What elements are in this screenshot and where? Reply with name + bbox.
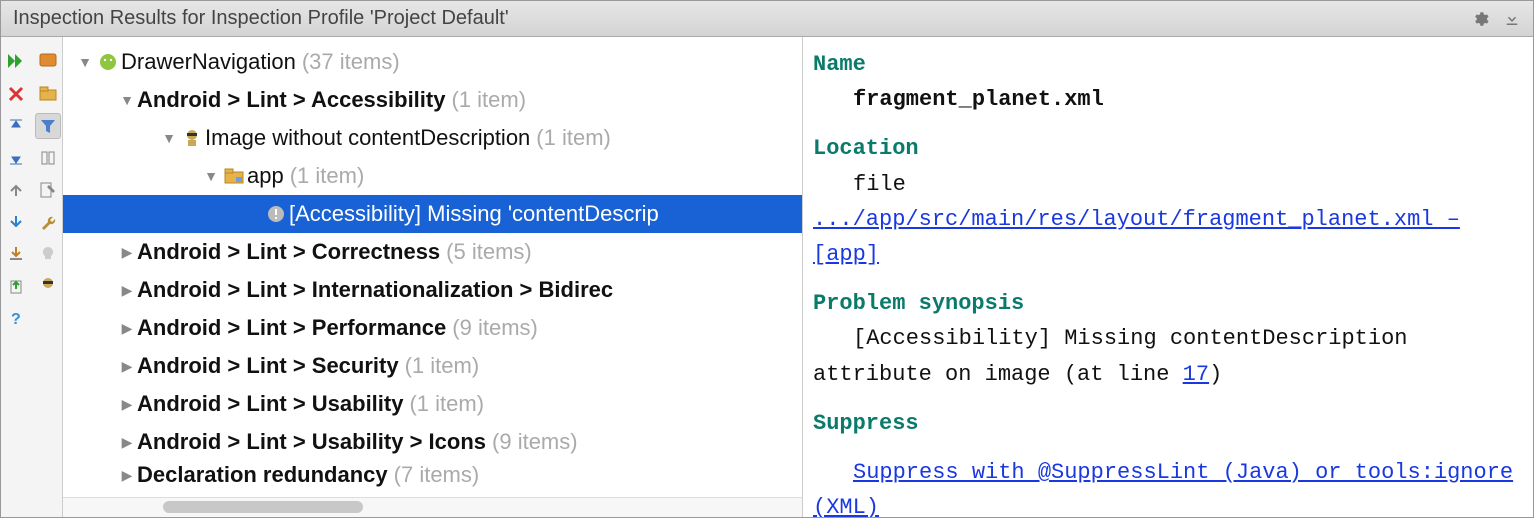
chevron-right-icon[interactable]: ▶ — [117, 244, 137, 261]
warning-icon — [263, 204, 289, 224]
tree-category[interactable]: ▶ Declaration redundancy (7 items) — [63, 461, 802, 489]
chevron-right-icon[interactable]: ▶ — [117, 396, 137, 413]
synopsis-line1: [Accessibility] Missing contentDescripti… — [853, 326, 1408, 351]
line-number-link[interactable]: 17 — [1183, 362, 1209, 387]
tree-count: (1 item) — [536, 125, 611, 151]
tree-count: (1 item) — [409, 391, 484, 417]
detail-name-heading: Name — [813, 47, 1529, 82]
chevron-right-icon[interactable]: ▶ — [117, 282, 137, 299]
help-icon[interactable]: ? — [3, 305, 29, 331]
synopsis-line2a: attribute on image (at line — [813, 362, 1183, 387]
panel-titlebar: Inspection Results for Inspection Profil… — [1, 1, 1533, 37]
collapse-icon[interactable] — [3, 113, 29, 139]
chevron-right-icon[interactable]: ▶ — [117, 320, 137, 337]
location-link[interactable]: .../app/src/main/res/layout/fragment_pla… — [813, 207, 1460, 267]
edit-settings-icon[interactable] — [35, 177, 61, 203]
bulb-icon[interactable] — [35, 241, 61, 267]
suppress-link[interactable]: Suppress with @SuppressLint (Java) or to… — [813, 460, 1513, 517]
synopsis-line2b: ) — [1209, 362, 1222, 387]
tree-root[interactable]: ▼ DrawerNavigation (37 items) — [63, 43, 802, 81]
tree-label: Android > Lint > Security — [137, 353, 399, 379]
tree-category[interactable]: ▶ Android > Lint > Usability (1 item) — [63, 385, 802, 423]
chevron-down-icon[interactable]: ▼ — [201, 168, 221, 184]
wrench-icon[interactable] — [35, 209, 61, 235]
detail-synopsis-heading: Problem synopsis — [813, 286, 1529, 321]
tree-category[interactable]: ▼ Android > Lint > Accessibility (1 item… — [63, 81, 802, 119]
detail-name-value: fragment_planet.xml — [853, 82, 1529, 117]
detail-location-heading: Location — [813, 131, 1529, 166]
tree-label: Image without contentDescription — [205, 125, 530, 151]
tree-label: Android > Lint > Usability — [137, 391, 403, 417]
chevron-right-icon[interactable]: ▶ — [117, 358, 137, 375]
inspector-icon[interactable] — [35, 273, 61, 299]
chevron-right-icon[interactable]: ▶ — [117, 467, 137, 484]
tree-inspection[interactable]: ▼ Image without contentDescription (1 it… — [63, 119, 802, 157]
chevron-down-icon[interactable]: ▼ — [75, 54, 95, 70]
tree-count: (37 items) — [302, 49, 400, 75]
tree-category[interactable]: ▶ Android > Lint > Usability > Icons (9 … — [63, 423, 802, 461]
tree-count: (1 item) — [451, 87, 526, 113]
download-icon[interactable] — [1503, 10, 1521, 28]
results-tree-panel: ▼ DrawerNavigation (37 items) ▼ Android … — [63, 37, 803, 517]
tree-label: Android > Lint > Internationalization > … — [137, 277, 613, 303]
tree-count: (9 items) — [492, 429, 578, 455]
tree-label: DrawerNavigation — [121, 49, 296, 75]
issue-label: [Accessibility] Missing 'contentDescrip — [289, 201, 659, 227]
tree-label: app — [247, 163, 284, 189]
horizontal-scrollbar[interactable] — [63, 497, 802, 517]
tree-count: (1 item) — [290, 163, 365, 189]
scrollbar-thumb[interactable] — [163, 501, 363, 513]
folder-icon — [221, 167, 247, 185]
chevron-down-icon[interactable]: ▼ — [159, 130, 179, 146]
tree-category[interactable]: ▶ Android > Lint > Performance (9 items) — [63, 309, 802, 347]
detail-location-prefix: file — [853, 172, 906, 197]
android-project-icon — [95, 52, 121, 72]
left-toolbar: ? — [1, 37, 63, 517]
tree-module[interactable]: ▼ app (1 item) — [63, 157, 802, 195]
export-up-icon[interactable] — [3, 273, 29, 299]
issue-detail-panel: Name fragment_planet.xml Location file .… — [803, 37, 1533, 517]
tree-count: (5 items) — [446, 239, 532, 265]
tree-count: (9 items) — [452, 315, 538, 341]
group-directory-icon[interactable] — [35, 81, 61, 107]
tree-label: Android > Lint > Usability > Icons — [137, 429, 486, 455]
tree-label: Android > Lint > Accessibility — [137, 87, 445, 113]
close-icon[interactable] — [3, 81, 29, 107]
chevron-down-icon[interactable]: ▼ — [117, 92, 137, 108]
prev-icon[interactable] — [3, 177, 29, 203]
tree-category[interactable]: ▶ Android > Lint > Correctness (5 items) — [63, 233, 802, 271]
detail-suppress-heading: Suppress — [813, 406, 1529, 441]
tree-label: Declaration redundancy — [137, 462, 388, 488]
gear-icon[interactable] — [1471, 10, 1489, 28]
tree-issue-selected[interactable]: [Accessibility] Missing 'contentDescrip — [63, 195, 802, 233]
chevron-right-icon[interactable]: ▶ — [117, 434, 137, 451]
inspector-icon — [179, 128, 205, 148]
panel-title: Inspection Results for Inspection Profil… — [13, 7, 1457, 30]
svg-text:?: ? — [11, 311, 21, 327]
tree-category[interactable]: ▶ Android > Lint > Security (1 item) — [63, 347, 802, 385]
expand-icon[interactable] — [3, 145, 29, 171]
tree-label: Android > Lint > Performance — [137, 315, 446, 341]
export-down-icon[interactable] — [3, 241, 29, 267]
tree-count: (7 items) — [394, 462, 480, 488]
tree-count: (1 item) — [405, 353, 480, 379]
rerun-icon[interactable] — [3, 49, 29, 75]
group-category-icon[interactable] — [35, 49, 61, 75]
tree-category[interactable]: ▶ Android > Lint > Internationalization … — [63, 271, 802, 309]
next-icon[interactable] — [3, 209, 29, 235]
tree-label: Android > Lint > Correctness — [137, 239, 440, 265]
preview-icon[interactable] — [35, 145, 61, 171]
filter-icon[interactable] — [35, 113, 61, 139]
